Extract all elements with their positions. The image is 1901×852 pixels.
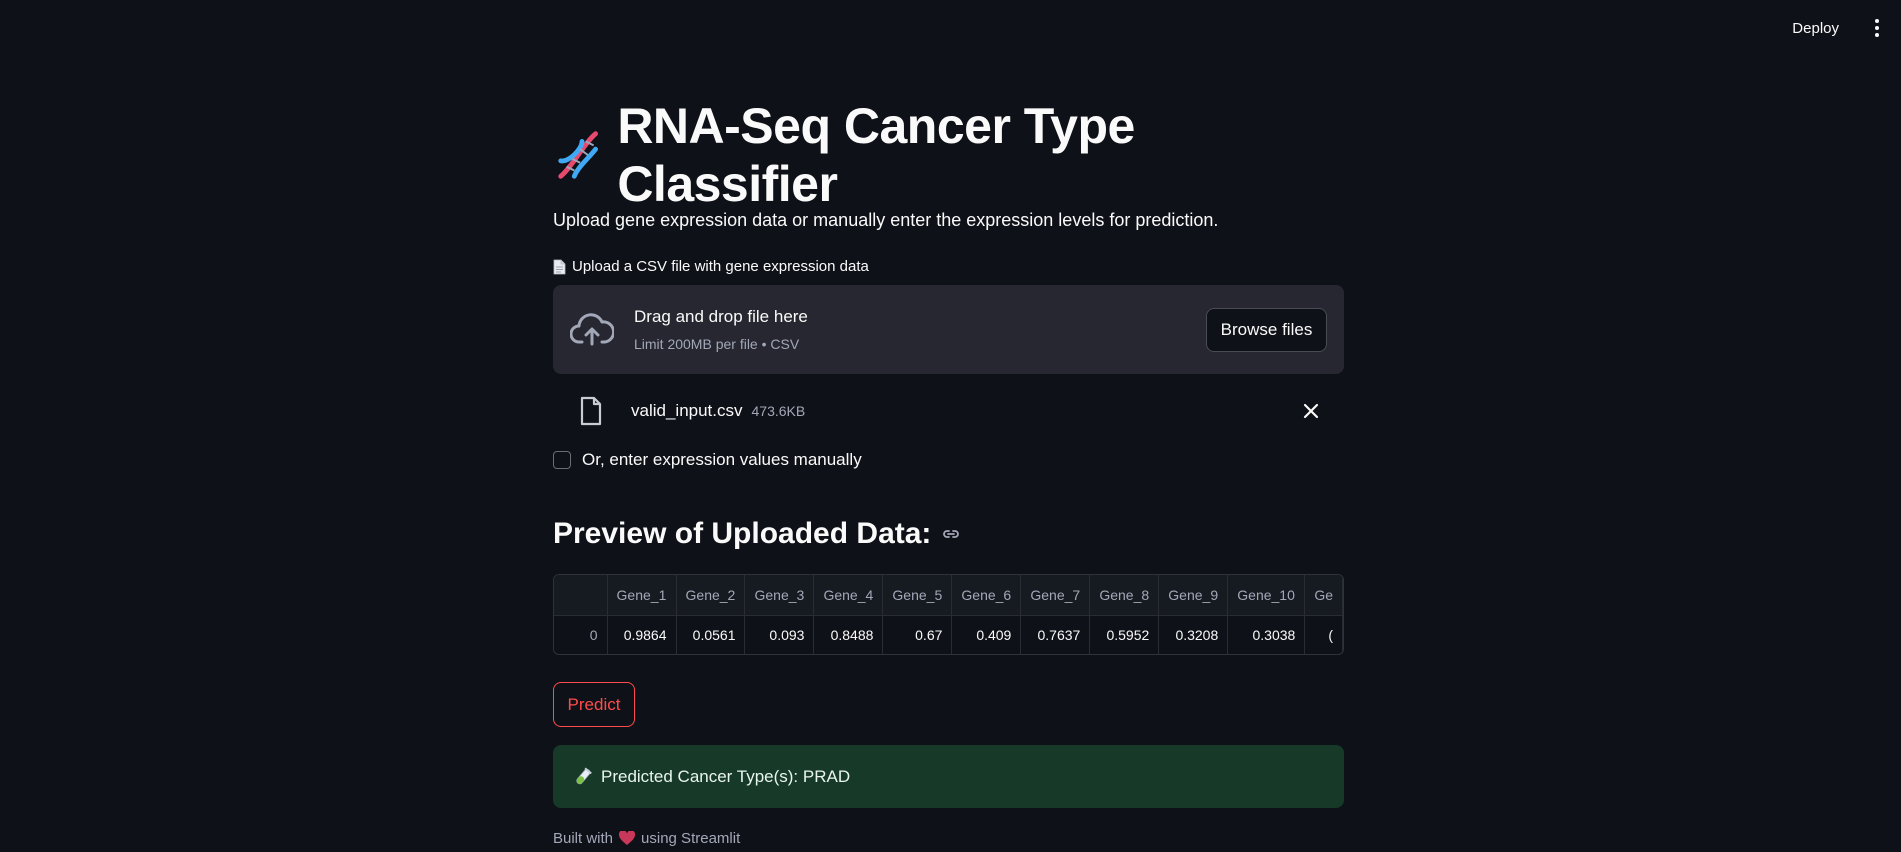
predict-button[interactable]: Predict bbox=[553, 682, 635, 727]
dropzone-text: Drag and drop file here Limit 200MB per … bbox=[634, 307, 808, 352]
page-title: RNA-Seq Cancer Type Classifier bbox=[617, 98, 1135, 212]
footer-prefix: Built with bbox=[553, 830, 614, 847]
table-header-row: Gene_1 Gene_2 Gene_3 Gene_4 Gene_5 Gene_… bbox=[554, 575, 1343, 616]
table-cell[interactable]: 0 bbox=[554, 615, 608, 654]
page-subtitle: Upload gene expression data or manually … bbox=[553, 210, 1219, 230]
table-cell[interactable]: 0.7637 bbox=[1020, 615, 1091, 654]
column-header[interactable]: Gene_10 bbox=[1227, 575, 1306, 616]
footer-suffix: using Streamlit bbox=[641, 830, 741, 847]
preview-heading: Preview of Uploaded Data: bbox=[553, 517, 932, 550]
column-header[interactable]: Gene_6 bbox=[951, 575, 1022, 616]
title-row: RNA-Seq Cancer Type Classifier bbox=[553, 98, 1344, 212]
table-cell[interactable]: 0.8488 bbox=[813, 615, 884, 654]
table-cell[interactable]: 0.9864 bbox=[607, 615, 677, 654]
prediction-result-text: Predicted Cancer Type(s): PRAD bbox=[601, 766, 851, 786]
heart-icon bbox=[619, 831, 636, 845]
table-cell[interactable]: 0.3038 bbox=[1227, 615, 1306, 654]
top-bar: Deploy bbox=[0, 0, 1901, 56]
column-header[interactable] bbox=[554, 575, 608, 616]
table-row: 0 0.9864 0.0561 0.093 0.8488 0.67 0.409 … bbox=[554, 615, 1343, 654]
uploaded-file-row: valid_input.csv 473.6KB bbox=[553, 392, 1344, 430]
data-preview-table[interactable]: Gene_1 Gene_2 Gene_3 Gene_4 Gene_5 Gene_… bbox=[553, 574, 1344, 655]
uploader-label: Upload a CSV file with gene expression d… bbox=[553, 258, 1344, 275]
table-cell[interactable]: 0.093 bbox=[744, 615, 815, 654]
file-dropzone[interactable]: Drag and drop file here Limit 200MB per … bbox=[553, 285, 1344, 374]
test-tube-icon bbox=[576, 767, 592, 784]
manual-entry-checkbox[interactable] bbox=[553, 451, 571, 469]
uploaded-file-name: valid_input.csv bbox=[631, 401, 743, 420]
document-icon bbox=[553, 259, 566, 274]
prediction-result: Predicted Cancer Type(s): PRAD bbox=[553, 745, 1344, 808]
browse-files-button[interactable]: Browse files bbox=[1206, 308, 1327, 352]
uploaded-file-size: 473.6KB bbox=[751, 403, 806, 419]
table-cell[interactable]: 0.409 bbox=[951, 615, 1022, 654]
dna-icon bbox=[558, 131, 598, 179]
cloud-upload-icon bbox=[570, 312, 614, 345]
close-icon[interactable] bbox=[1302, 402, 1320, 420]
table-cell[interactable]: 0.0561 bbox=[676, 615, 746, 654]
manual-entry-label[interactable]: Or, enter expression values manually bbox=[582, 450, 862, 470]
table-cell[interactable]: 0.3208 bbox=[1158, 615, 1229, 654]
kebab-menu-icon[interactable] bbox=[1867, 16, 1887, 40]
dropzone-instructions: Drag and drop file here bbox=[634, 307, 808, 326]
column-header[interactable]: Gene_8 bbox=[1089, 575, 1160, 616]
manual-entry-row: Or, enter expression values manually bbox=[553, 448, 1344, 472]
column-header[interactable]: Gene_1 bbox=[607, 575, 677, 616]
column-header[interactable]: Gene_3 bbox=[744, 575, 815, 616]
footer: Built with using Streamlit bbox=[553, 830, 1344, 847]
uploader-label-text: Upload a CSV file with gene expression d… bbox=[572, 258, 869, 275]
file-icon bbox=[580, 396, 602, 426]
column-header[interactable]: Gene_7 bbox=[1020, 575, 1091, 616]
column-header[interactable]: Gene_9 bbox=[1158, 575, 1229, 616]
deploy-button[interactable]: Deploy bbox=[1784, 14, 1847, 43]
dropzone-limit: Limit 200MB per file • CSV bbox=[634, 336, 800, 352]
table-cell[interactable]: 0.67 bbox=[882, 615, 953, 654]
preview-heading-row: Preview of Uploaded Data: bbox=[553, 514, 1344, 554]
column-header[interactable]: Gene_2 bbox=[676, 575, 746, 616]
column-header[interactable]: Ge bbox=[1304, 575, 1343, 616]
column-header[interactable]: Gene_5 bbox=[882, 575, 953, 616]
main-content: RNA-Seq Cancer Type Classifier Upload ge… bbox=[553, 98, 1344, 847]
column-header[interactable]: Gene_4 bbox=[813, 575, 884, 616]
link-icon[interactable] bbox=[941, 524, 961, 544]
table-cell[interactable]: 0.5952 bbox=[1089, 615, 1160, 654]
table-cell[interactable]: ( bbox=[1304, 615, 1343, 654]
